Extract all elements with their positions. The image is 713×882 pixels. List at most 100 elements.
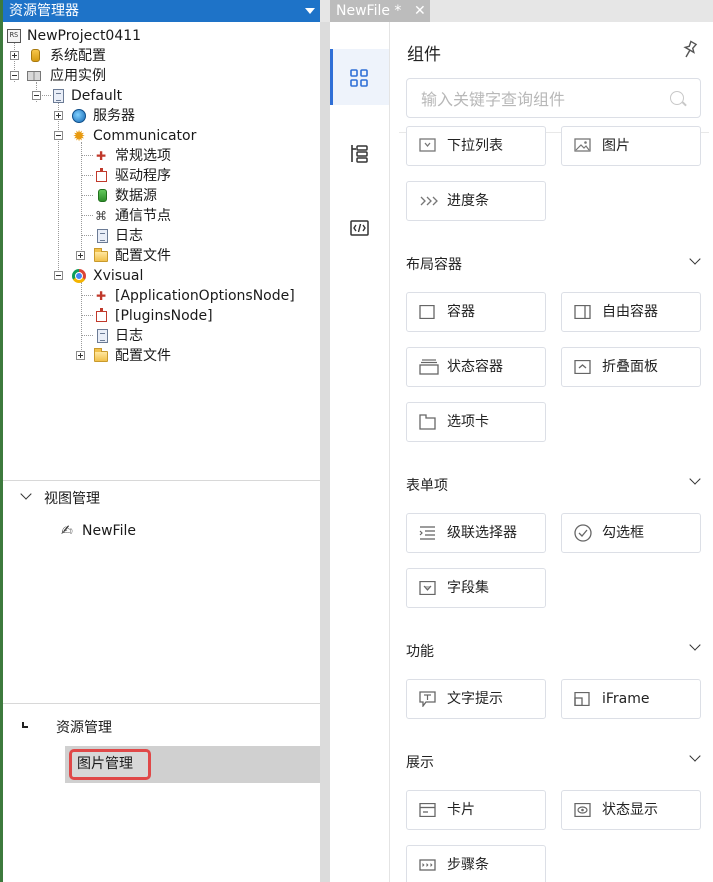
grid-icon [350, 69, 368, 87]
collapse-icon[interactable] [10, 71, 19, 80]
close-icon[interactable]: ✕ [414, 0, 426, 22]
tree-item-app-instance[interactable]: 应用实例 [3, 66, 203, 86]
section-divider [3, 703, 323, 704]
pin-icon[interactable] [681, 40, 699, 58]
file-script-icon: ✍ [61, 523, 73, 539]
tree-item-plugins-node[interactable]: [PluginsNode] [3, 306, 213, 326]
tree-item-datasource[interactable]: 数据源 [3, 186, 203, 206]
tree-item-communicator[interactable]: ✹ Communicator [3, 126, 223, 146]
tree-item-driver[interactable]: 驱动程序 [3, 166, 203, 186]
collapse-icon[interactable] [54, 131, 63, 140]
image-management-item[interactable]: 图片管理 [69, 749, 151, 780]
tree-item-system-config[interactable]: 系统配置 [3, 46, 203, 66]
tree-item-label: NewProject0411 [27, 28, 142, 44]
code-tab-button[interactable] [330, 201, 389, 257]
component-label: 折叠面板 [602, 359, 658, 375]
view-file-item[interactable]: ✍ NewFile [61, 523, 181, 543]
folder-icon [94, 248, 108, 262]
chevron-down-icon[interactable] [689, 473, 701, 485]
tree-item-label: 常规选项 [115, 148, 171, 164]
tab-newfile[interactable]: NewFile * ✕ [330, 0, 430, 22]
component-iframe[interactable]: iFrame [561, 679, 701, 719]
component-cascader[interactable]: 级联选择器 [406, 513, 546, 553]
component-image[interactable]: 图片 [561, 126, 701, 166]
search-icon[interactable] [670, 91, 684, 105]
component-search [406, 78, 701, 118]
tree-item-log[interactable]: 日志 [3, 326, 203, 346]
dropdown-icon [419, 138, 436, 152]
tree-item-label: 应用实例 [50, 68, 106, 84]
component-container[interactable]: 容器 [406, 292, 546, 332]
search-input[interactable] [421, 87, 661, 111]
tree-item-label: 日志 [115, 328, 143, 344]
component-progress[interactable]: 进度条 [406, 181, 546, 221]
page-icon [53, 89, 64, 103]
component-tooltip[interactable]: 文字提示 [406, 679, 546, 719]
expand-icon[interactable] [54, 111, 63, 120]
code-icon [350, 220, 369, 236]
database-icon [31, 49, 40, 62]
explorer-title: 资源管理器 [9, 3, 79, 19]
tree-item-comm-node[interactable]: ⌘ 通信节点 [3, 206, 203, 226]
component-label: 步骤条 [447, 857, 489, 873]
collapse-icon[interactable] [54, 271, 63, 280]
component-collapse-panel[interactable]: 折叠面板 [561, 347, 701, 387]
project-icon: RS [7, 29, 21, 43]
tree-item-config-files[interactable]: 配置文件 [3, 346, 203, 366]
splitter[interactable] [320, 22, 330, 882]
collapse-icon[interactable] [32, 91, 41, 100]
collapse-corner-icon[interactable] [22, 722, 28, 728]
outline-tab-button[interactable] [330, 125, 389, 181]
tree-item-label: 通信节点 [115, 208, 171, 224]
expand-icon[interactable] [76, 251, 85, 260]
component-label: 下拉列表 [447, 138, 503, 154]
tree-item-general-options[interactable]: ✚ 常规选项 [3, 146, 203, 166]
chevron-down-icon[interactable] [689, 750, 701, 762]
tree-item-xvisual[interactable]: Xvisual [3, 266, 203, 286]
component-steps[interactable]: 步骤条 [406, 845, 546, 882]
chevron-down-icon[interactable] [20, 488, 32, 500]
tree-item-label: 配置文件 [115, 348, 171, 364]
panel-switcher [330, 22, 390, 882]
chevron-down-icon[interactable] [689, 253, 701, 265]
view-management-title[interactable]: 视图管理 [44, 488, 100, 508]
tree-item-log[interactable]: 日志 [3, 226, 203, 246]
folder-icon [94, 348, 108, 362]
tree-item-project[interactable]: RS NewProject0411 [3, 26, 203, 46]
card-icon [419, 803, 436, 817]
component-checkbox[interactable]: 勾选框 [561, 513, 701, 553]
resource-management-title[interactable]: 资源管理 [56, 717, 112, 737]
tree-item-default[interactable]: Default [3, 86, 203, 106]
book-icon [27, 71, 41, 81]
tree-item-application-options-node[interactable]: ✚ [ApplicationOptionsNode] [3, 286, 295, 306]
tree-item-label: 配置文件 [115, 248, 171, 264]
component-state-container[interactable]: 状态容器 [406, 347, 546, 387]
section-divider [3, 480, 323, 481]
component-tabs[interactable]: 选项卡 [406, 402, 546, 442]
group-function-title[interactable]: 功能 [406, 641, 434, 661]
group-form-title[interactable]: 表单项 [406, 475, 448, 495]
component-free-container[interactable]: 自由容器 [561, 292, 701, 332]
component-label: 容器 [447, 304, 475, 320]
component-label: 图片 [602, 138, 630, 154]
tree-item-server[interactable]: 服务器 [3, 106, 203, 126]
component-fieldset[interactable]: 字段集 [406, 568, 546, 608]
components-tab-button[interactable] [330, 49, 389, 105]
view-file-label: NewFile [82, 523, 136, 539]
expand-icon[interactable] [10, 51, 19, 60]
group-display-title[interactable]: 展示 [406, 752, 434, 772]
component-label: iFrame [602, 691, 650, 707]
dropdown-arrow-icon[interactable] [305, 8, 315, 14]
plug-icon [96, 308, 107, 322]
component-label: 卡片 [447, 802, 475, 818]
chevron-down-icon[interactable] [689, 639, 701, 651]
component-card[interactable]: 卡片 [406, 790, 546, 830]
plug-icon [96, 168, 107, 182]
component-dropdown[interactable]: 下拉列表 [406, 126, 546, 166]
log-icon [97, 229, 108, 243]
component-label: 级联选择器 [447, 525, 517, 541]
component-status-display[interactable]: 状态显示 [561, 790, 701, 830]
group-layout-title[interactable]: 布局容器 [406, 254, 462, 274]
expand-icon[interactable] [76, 351, 85, 360]
tree-item-config-files[interactable]: 配置文件 [3, 246, 203, 266]
